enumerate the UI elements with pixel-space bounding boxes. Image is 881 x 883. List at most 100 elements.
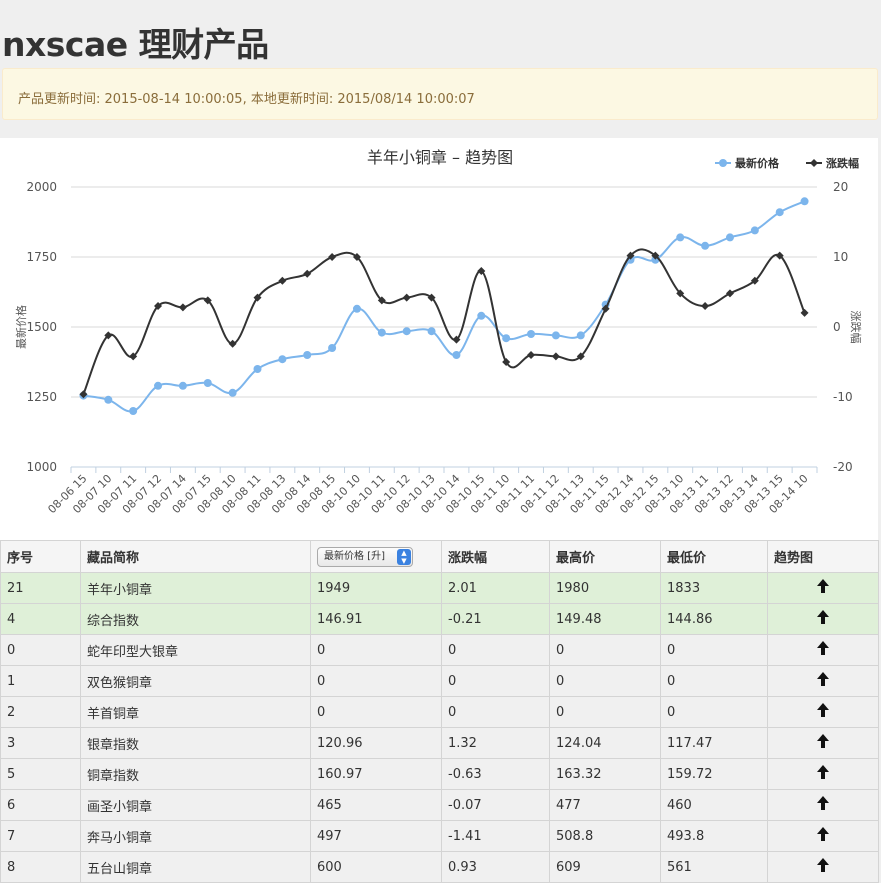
chevron-updown-icon: ▲ ▼ xyxy=(397,548,411,565)
table-row[interactable]: 0 蛇年印型大银章 0 0 0 0 xyxy=(0,634,879,666)
y2-tick-label: -10 xyxy=(833,390,853,404)
cell-trend xyxy=(767,851,879,883)
cell-high: 1980 xyxy=(549,572,661,604)
col-header-high[interactable]: 最高价 xyxy=(549,540,661,573)
cell-name: 奔马小铜章 xyxy=(80,820,311,852)
table-row[interactable]: 21 羊年小铜章 1949 2.01 1980 1833 xyxy=(0,572,879,604)
cell-price: 0 xyxy=(310,634,442,666)
arrow-up-icon[interactable] xyxy=(817,641,829,655)
y-tick-label: 2000 xyxy=(26,180,57,194)
table-row[interactable]: 2 羊首铜章 0 0 0 0 xyxy=(0,696,879,728)
arrow-up-icon[interactable] xyxy=(817,579,829,593)
cell-low: 159.72 xyxy=(660,758,768,790)
cell-high: 163.32 xyxy=(549,758,661,790)
arrow-up-icon[interactable] xyxy=(817,858,829,872)
table-row[interactable]: 3 银章指数 120.96 1.32 124.04 117.47 xyxy=(0,727,879,759)
cell-high: 477 xyxy=(549,789,661,821)
cell-name: 双色猴铜章 xyxy=(80,665,311,697)
cell-low: 117.47 xyxy=(660,727,768,759)
cell-change: -0.63 xyxy=(441,758,550,790)
data-point-circle xyxy=(328,344,337,352)
legend-marker xyxy=(810,159,818,167)
cell-change: 0.93 xyxy=(441,851,550,883)
cell-price: 0 xyxy=(310,665,442,697)
series-line-1 xyxy=(82,248,806,395)
y-tick-label: 1250 xyxy=(26,390,57,404)
table-row[interactable]: 8 五台山铜章 600 0.93 609 561 xyxy=(0,851,879,883)
cell-name: 画圣小铜章 xyxy=(80,789,311,821)
cell-low: 0 xyxy=(660,696,768,728)
y2-tick-label: 10 xyxy=(833,250,848,264)
update-notice-text: 产品更新时间: 2015-08-14 10:00:05, 本地更新时间: 201… xyxy=(18,92,475,107)
update-notice: 产品更新时间: 2015-08-14 10:00:05, 本地更新时间: 201… xyxy=(2,68,878,120)
table-row[interactable]: 4 综合指数 146.91 -0.21 149.48 144.86 xyxy=(0,603,879,635)
cell-low: 561 xyxy=(660,851,768,883)
data-point-circle xyxy=(427,327,436,336)
data-point-diamond xyxy=(303,269,312,278)
data-point-circle xyxy=(253,365,262,373)
data-point-diamond xyxy=(178,303,187,312)
data-point-circle xyxy=(303,351,312,359)
col-header-name[interactable]: 藏品简称 xyxy=(80,540,311,573)
data-point-circle xyxy=(154,381,163,390)
cell-name: 五台山铜章 xyxy=(80,851,311,883)
cell-high: 149.48 xyxy=(549,603,661,635)
y-axis-label: 最新价格 xyxy=(14,305,28,349)
table-row[interactable]: 7 奔马小铜章 497 -1.41 508.8 493.8 xyxy=(0,820,879,852)
cell-low: 0 xyxy=(660,634,768,666)
arrow-up-icon[interactable] xyxy=(817,765,829,779)
arrow-up-icon[interactable] xyxy=(817,703,829,717)
data-point-diamond xyxy=(228,339,237,348)
col-header-change[interactable]: 涨跌幅 xyxy=(441,540,550,573)
arrow-up-icon[interactable] xyxy=(817,796,829,810)
cell-name: 蛇年印型大银章 xyxy=(80,634,311,666)
cell-price: 0 xyxy=(310,696,442,728)
table-row[interactable]: 5 铜章指数 160.97 -0.63 163.32 159.72 xyxy=(0,758,879,790)
cell-price: 160.97 xyxy=(310,758,442,790)
data-point-circle xyxy=(502,334,511,343)
data-point-circle xyxy=(178,381,187,390)
sort-select[interactable]: 最新价格 [升] ▲ ▼ xyxy=(317,546,413,567)
cell-low: 144.86 xyxy=(660,603,768,635)
cell-name: 铜章指数 xyxy=(80,758,311,790)
table-row[interactable]: 1 双色猴铜章 0 0 0 0 xyxy=(0,665,879,697)
cell-high: 508.8 xyxy=(549,820,661,852)
y2-tick-label: 20 xyxy=(833,180,848,194)
trend-chart-panel: 2000 20 1750 10 1500 0 1250 -10 1000 -20 08-06 15 0… xyxy=(0,138,878,540)
arrow-up-icon[interactable] xyxy=(817,827,829,841)
data-point-circle xyxy=(750,226,759,235)
cell-trend xyxy=(767,758,879,790)
trend-chart: 2000 201750 101500 01250 -101000 -2008-06 150… xyxy=(14,148,863,516)
cell-index: 7 xyxy=(0,820,81,852)
cell-name: 羊年小铜章 xyxy=(80,572,311,604)
cell-price: 1949 xyxy=(310,572,442,604)
col-header-sort: 最新价格 [升] ▲ ▼ xyxy=(310,540,442,573)
chart-title: 羊年小铜章 – 趋势图 xyxy=(367,148,513,167)
cell-high: 124.04 xyxy=(549,727,661,759)
cell-change: -0.07 xyxy=(441,789,550,821)
cell-trend xyxy=(767,603,879,635)
y2-axis-label: 涨跌幅 xyxy=(849,311,863,344)
arrow-up-icon[interactable] xyxy=(817,610,829,624)
cell-price: 120.96 xyxy=(310,727,442,759)
table-row[interactable]: 6 画圣小铜章 465 -0.07 477 460 xyxy=(0,789,879,821)
data-point-circle xyxy=(352,304,361,313)
y-tick-label: 1750 xyxy=(26,250,57,264)
series-line-0 xyxy=(83,200,805,413)
col-header-low[interactable]: 最低价 xyxy=(660,540,768,573)
col-header-index[interactable]: 序号 xyxy=(0,540,81,573)
cell-high: 609 xyxy=(549,851,661,883)
data-point-circle xyxy=(452,351,461,359)
cell-low: 460 xyxy=(660,789,768,821)
arrow-up-icon[interactable] xyxy=(817,672,829,686)
data-point-circle xyxy=(527,330,536,338)
cell-low: 0 xyxy=(660,665,768,697)
data-point-circle xyxy=(576,331,585,340)
product-table: 序号 藏品简称 最新价格 [升] ▲ ▼ 涨跌幅 最高价 最低价 趋势图 21 羊年… xyxy=(0,540,879,883)
cell-change: 2.01 xyxy=(441,572,550,604)
legend-label: 涨跌幅 xyxy=(826,156,859,170)
cell-high: 0 xyxy=(549,696,661,728)
arrow-up-icon[interactable] xyxy=(817,734,829,748)
cell-change: 0 xyxy=(441,665,550,697)
data-point-circle xyxy=(278,355,287,364)
